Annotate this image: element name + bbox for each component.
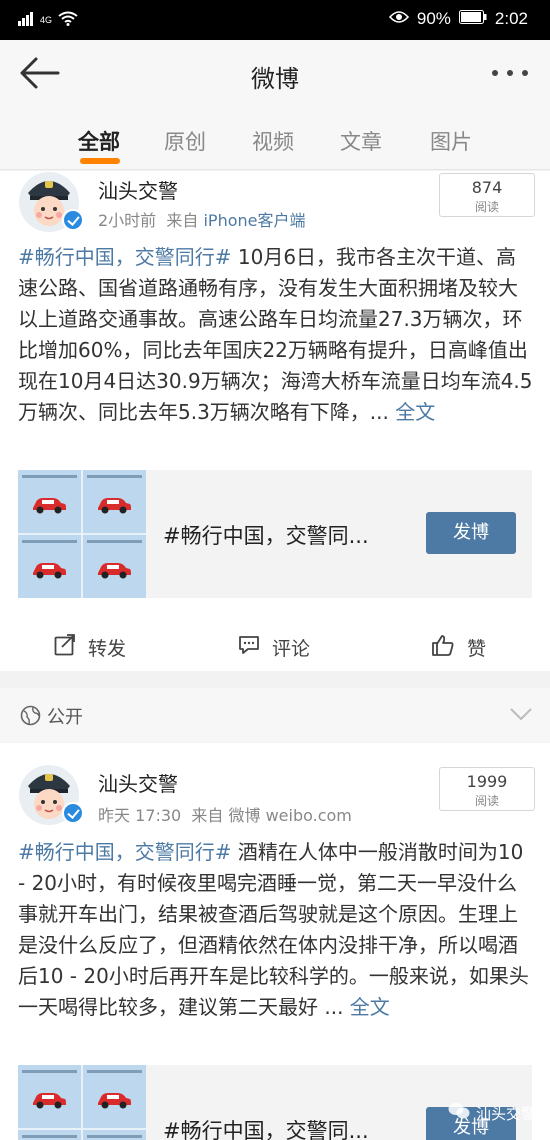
expand-full-text-link[interactable]: 全文 — [343, 995, 390, 1019]
network-type: 4G — [40, 15, 53, 25]
post-card[interactable]: 汕头交警 2小时前 来自 iPhone客户端 874 阅读 #畅行中国，交警同行… — [0, 171, 550, 671]
comment-button[interactable]: 评论 — [238, 634, 310, 661]
signal-icon — [18, 11, 34, 30]
publish-button[interactable]: 发博 — [426, 512, 516, 554]
more-options-button[interactable] — [492, 70, 528, 76]
wifi-icon — [58, 11, 78, 30]
thumbnail-panel — [83, 470, 146, 533]
thumbnail-panel — [18, 470, 81, 533]
avatar[interactable] — [18, 764, 84, 826]
watermark-text: 汕头交警 — [475, 1104, 536, 1123]
post-source[interactable]: iPhone客户端 — [203, 211, 305, 230]
thumbnail-panel — [18, 1065, 81, 1128]
shared-content-card[interactable]: #畅行中国，交警同... 发博 — [18, 470, 532, 598]
read-count: 874 — [471, 178, 503, 197]
post-meta: 昨天 17:30 来自 微博 weibo.com — [98, 802, 352, 826]
thumbnail-panel — [18, 535, 81, 598]
expand-full-text-link[interactable]: 全文 — [389, 400, 435, 424]
wechat-logo-icon — [448, 1102, 470, 1124]
post-username[interactable]: 汕头交警 — [98, 768, 178, 797]
shared-content-title: #畅行中国，交警同... — [163, 524, 369, 548]
tab-image[interactable]: 图片 — [430, 126, 472, 156]
repost-button[interactable]: 转发 — [54, 634, 126, 661]
post-hashtag[interactable]: #畅行中国，交警同行# — [18, 840, 232, 864]
status-right: 90% 2:02 — [388, 9, 528, 29]
more-dot-icon — [492, 70, 498, 76]
tab-original[interactable]: 原创 — [164, 126, 206, 156]
verified-badge-icon — [62, 209, 84, 231]
page-title: 微博 — [251, 65, 299, 93]
red-car-icon — [98, 1093, 131, 1109]
red-car-icon — [98, 498, 131, 514]
thumbnail-panel — [83, 1130, 146, 1140]
repost-label: 转发 — [88, 638, 127, 660]
shared-thumbnail — [18, 470, 146, 598]
red-car-icon — [33, 563, 66, 579]
avatar[interactable] — [18, 171, 84, 233]
visibility-bar[interactable]: 公开 — [0, 688, 550, 742]
post-time: 昨天 17:30 — [98, 806, 182, 825]
post-time: 2小时前 — [98, 211, 157, 230]
shared-content-title: #畅行中国，交警同... — [163, 1119, 369, 1140]
post-hashtag[interactable]: #畅行中国，交警同行# — [18, 245, 232, 269]
repost-icon — [54, 634, 76, 661]
like-button[interactable]: 赞 — [431, 634, 486, 661]
tab-all[interactable]: 全部 — [78, 126, 120, 156]
read-count-label: 阅读 — [474, 200, 499, 214]
post-source[interactable]: 微博 weibo.com — [228, 806, 351, 825]
red-car-icon — [33, 498, 66, 514]
red-car-icon — [33, 1093, 66, 1109]
shared-thumbnail — [18, 1065, 146, 1140]
post-meta: 2小时前 来自 iPhone客户端 — [98, 207, 305, 231]
read-count-box: 1999 阅读 — [439, 767, 535, 811]
red-car-icon — [98, 563, 131, 579]
more-dot-icon — [507, 70, 513, 76]
like-label: 赞 — [467, 638, 487, 660]
tab-video[interactable]: 视频 — [252, 126, 294, 156]
clock: 2:02 — [494, 9, 528, 28]
post-text: #畅行中国，交警同行# 10月6日，我市各主次干道、高速公路、国省道路通畅有序，… — [18, 242, 534, 428]
post-username[interactable]: 汕头交警 — [98, 175, 178, 204]
filter-tabs: 全部 原创 视频 文章 图片 — [0, 106, 550, 170]
comment-icon — [238, 635, 260, 660]
thumbnail-panel — [83, 535, 146, 598]
battery-percent: 90% — [416, 9, 451, 28]
post-text: #畅行中国，交警同行# 酒精在人体中一般消散时间为10 - 20小时，有时候夜里… — [18, 837, 534, 1023]
thumbnail-panel — [83, 1065, 146, 1128]
read-count: 1999 — [466, 772, 508, 791]
app-bar: 微博 — [0, 40, 550, 106]
post-source-prefix: 来自 — [166, 211, 199, 230]
status-bar: 4G 90% 2:02 — [0, 0, 550, 40]
watermark: 汕头交警 — [448, 1102, 536, 1124]
read-count-label: 阅读 — [474, 794, 499, 808]
globe-icon — [20, 705, 41, 730]
read-count-box: 874 阅读 — [439, 173, 535, 217]
chevron-down-icon[interactable] — [510, 706, 532, 725]
post-actions-bar: 转发 评论 赞 — [0, 618, 550, 674]
post-body: 10月6日，我市各主次干道、高速公路、国省道路通畅有序，没有发生大面积拥堵及较大… — [18, 245, 533, 424]
tab-article[interactable]: 文章 — [340, 126, 382, 156]
status-left: 4G — [18, 11, 78, 30]
more-dot-icon — [522, 70, 528, 76]
active-tab-indicator — [80, 158, 120, 164]
thumbs-up-icon — [431, 634, 455, 661]
eye-comfort-icon — [388, 9, 409, 29]
post-body: 酒精在人体中一般消散时间为10 - 20小时，有时候夜里喝完酒睡一觉，第二天一早… — [18, 840, 529, 1019]
comment-label: 评论 — [272, 638, 311, 660]
thumbnail-panel — [18, 1130, 81, 1140]
post-source-prefix: 来自 — [191, 806, 224, 825]
visibility-label: 公开 — [47, 707, 83, 728]
verified-badge-icon — [62, 802, 84, 824]
post-card[interactable]: 汕头交警 昨天 17:30 来自 微博 weibo.com 1999 阅读 #畅… — [0, 743, 550, 1140]
battery-icon — [458, 9, 487, 29]
